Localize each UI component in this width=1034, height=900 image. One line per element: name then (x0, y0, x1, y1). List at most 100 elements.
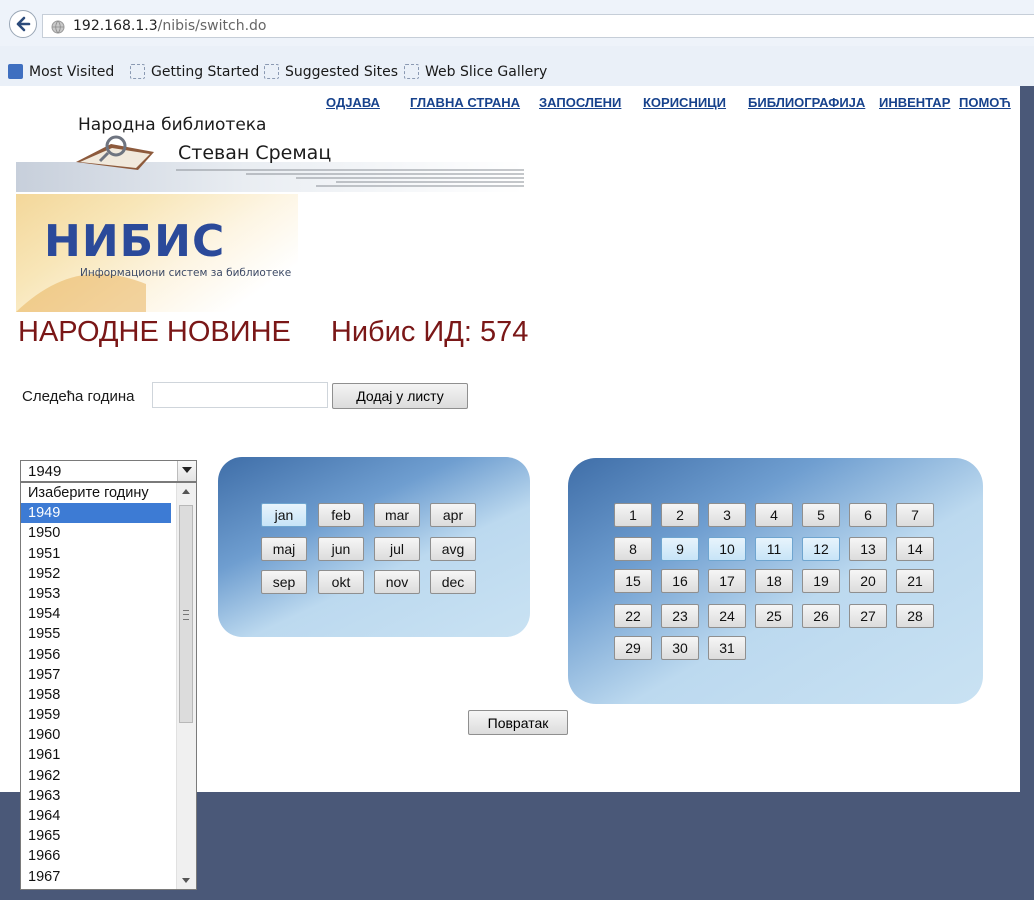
day-button-14[interactable]: 14 (896, 537, 934, 561)
month-button-nov[interactable]: nov (374, 570, 420, 594)
day-button-19[interactable]: 19 (802, 569, 840, 593)
year-select-value: 1949 (28, 463, 62, 480)
month-button-mar[interactable]: mar (374, 503, 420, 527)
library-name-line1: Народна библиотека (78, 115, 267, 135)
day-button-20[interactable]: 20 (849, 569, 887, 593)
year-option[interactable]: 1956 (21, 645, 171, 665)
day-button-7[interactable]: 7 (896, 503, 934, 527)
day-button-18[interactable]: 18 (755, 569, 793, 593)
month-button-jul[interactable]: jul (374, 537, 420, 561)
year-option[interactable]: 1964 (21, 806, 171, 826)
day-button-10[interactable]: 10 (708, 537, 746, 561)
day-button-13[interactable]: 13 (849, 537, 887, 561)
year-option-selected[interactable]: 1949 (21, 503, 171, 524)
month-button-sep[interactable]: sep (261, 570, 307, 594)
return-button[interactable]: Повратак (468, 710, 568, 735)
day-button-17[interactable]: 17 (708, 569, 746, 593)
day-button-9[interactable]: 9 (661, 537, 699, 561)
back-arrow-icon (16, 16, 31, 32)
bookmark-label: Suggested Sites (285, 64, 399, 80)
bookmark-web-slice-gallery[interactable]: Web Slice Gallery (404, 64, 547, 80)
year-option[interactable]: 1960 (21, 725, 171, 745)
month-button-jan[interactable]: jan (261, 503, 307, 527)
bookmark-label: Getting Started (151, 64, 260, 80)
day-button-5[interactable]: 5 (802, 503, 840, 527)
nibis-subtitle: Информациони систем за библиотеке (80, 267, 292, 279)
back-button[interactable] (9, 10, 37, 38)
year-option[interactable]: 1967 (21, 867, 171, 887)
month-button-avg[interactable]: avg (430, 537, 476, 561)
day-button-6[interactable]: 6 (849, 503, 887, 527)
bookmark-suggested-sites[interactable]: Suggested Sites (264, 64, 398, 80)
month-button-dec[interactable]: dec (430, 570, 476, 594)
url-host: 192.168.1.3 (73, 18, 158, 34)
day-button-4[interactable]: 4 (755, 503, 793, 527)
scroll-up-icon[interactable] (177, 483, 196, 500)
day-button-27[interactable]: 27 (849, 604, 887, 628)
day-button-2[interactable]: 2 (661, 503, 699, 527)
day-button-25[interactable]: 25 (755, 604, 793, 628)
year-option[interactable]: Изаберите годину (21, 483, 171, 503)
dropdown-arrow-icon[interactable] (177, 461, 196, 481)
page-icon (404, 64, 419, 79)
day-button-8[interactable]: 8 (614, 537, 652, 561)
nav-inventory[interactable]: ИНВЕНТАР (879, 95, 950, 110)
month-button-maj[interactable]: maj (261, 537, 307, 561)
bookmark-label: Most Visited (29, 64, 115, 80)
grip-icon (183, 610, 189, 620)
year-option[interactable]: 1966 (21, 846, 171, 866)
day-button-15[interactable]: 15 (614, 569, 652, 593)
month-button-feb[interactable]: feb (318, 503, 364, 527)
day-button-11[interactable]: 11 (755, 537, 793, 561)
month-button-jun[interactable]: jun (318, 537, 364, 561)
year-dropdown-list[interactable]: Изаберите годину 1949 1950 1951 1952 195… (20, 482, 197, 890)
day-button-30[interactable]: 30 (661, 636, 699, 660)
year-option[interactable]: 1952 (21, 564, 171, 584)
day-button-22[interactable]: 22 (614, 604, 652, 628)
month-button-apr[interactable]: apr (430, 503, 476, 527)
year-option[interactable]: 1958 (21, 685, 171, 705)
month-button-okt[interactable]: okt (318, 570, 364, 594)
url-field[interactable]: 192.168.1.3/nibis/switch.do (42, 14, 1034, 38)
year-option[interactable]: 1959 (21, 705, 171, 725)
day-button-12[interactable]: 12 (802, 537, 840, 561)
nav-employees[interactable]: ЗАПОСЛЕНИ (539, 95, 621, 110)
day-button-16[interactable]: 16 (661, 569, 699, 593)
nibis-title: НИБИС (44, 216, 226, 267)
list-scrollbar[interactable] (176, 483, 196, 889)
day-button-21[interactable]: 21 (896, 569, 934, 593)
year-option[interactable]: 1962 (21, 766, 171, 786)
day-button-23[interactable]: 23 (661, 604, 699, 628)
year-option[interactable]: 1954 (21, 604, 171, 624)
year-option[interactable]: 1953 (21, 584, 171, 604)
most-visited-icon (8, 64, 23, 79)
year-option[interactable]: 1965 (21, 826, 171, 846)
year-option[interactable]: 1957 (21, 665, 171, 685)
day-button-29[interactable]: 29 (614, 636, 652, 660)
day-button-31[interactable]: 31 (708, 636, 746, 660)
bookmark-most-visited[interactable]: Most Visited (8, 64, 114, 80)
year-option[interactable]: 1961 (21, 745, 171, 765)
year-option[interactable]: 1955 (21, 624, 171, 644)
nav-users[interactable]: КОРИСНИЦИ (643, 95, 726, 110)
bookmark-label: Web Slice Gallery (425, 64, 548, 80)
day-button-28[interactable]: 28 (896, 604, 934, 628)
day-button-3[interactable]: 3 (708, 503, 746, 527)
year-option[interactable]: 1951 (21, 544, 171, 564)
year-select[interactable]: 1949 (20, 460, 197, 482)
day-button-26[interactable]: 26 (802, 604, 840, 628)
globe-icon (51, 20, 65, 34)
day-button-1[interactable]: 1 (614, 503, 652, 527)
scroll-down-icon[interactable] (177, 872, 196, 889)
next-year-input[interactable] (152, 382, 328, 408)
nav-bibliography[interactable]: БИБЛИОГРАФИЈА (748, 95, 865, 110)
nav-help[interactable]: ПОМОЋ (959, 95, 1011, 110)
url-text: 192.168.1.3/nibis/switch.do (73, 18, 266, 34)
day-button-24[interactable]: 24 (708, 604, 746, 628)
year-option[interactable]: 1950 (21, 523, 171, 543)
scroll-thumb[interactable] (179, 505, 193, 723)
year-option[interactable]: 1963 (21, 786, 171, 806)
page-background-right (1020, 86, 1034, 792)
add-to-list-button[interactable]: Додај у листу (332, 383, 468, 409)
bookmark-getting-started[interactable]: Getting Started (130, 64, 259, 80)
